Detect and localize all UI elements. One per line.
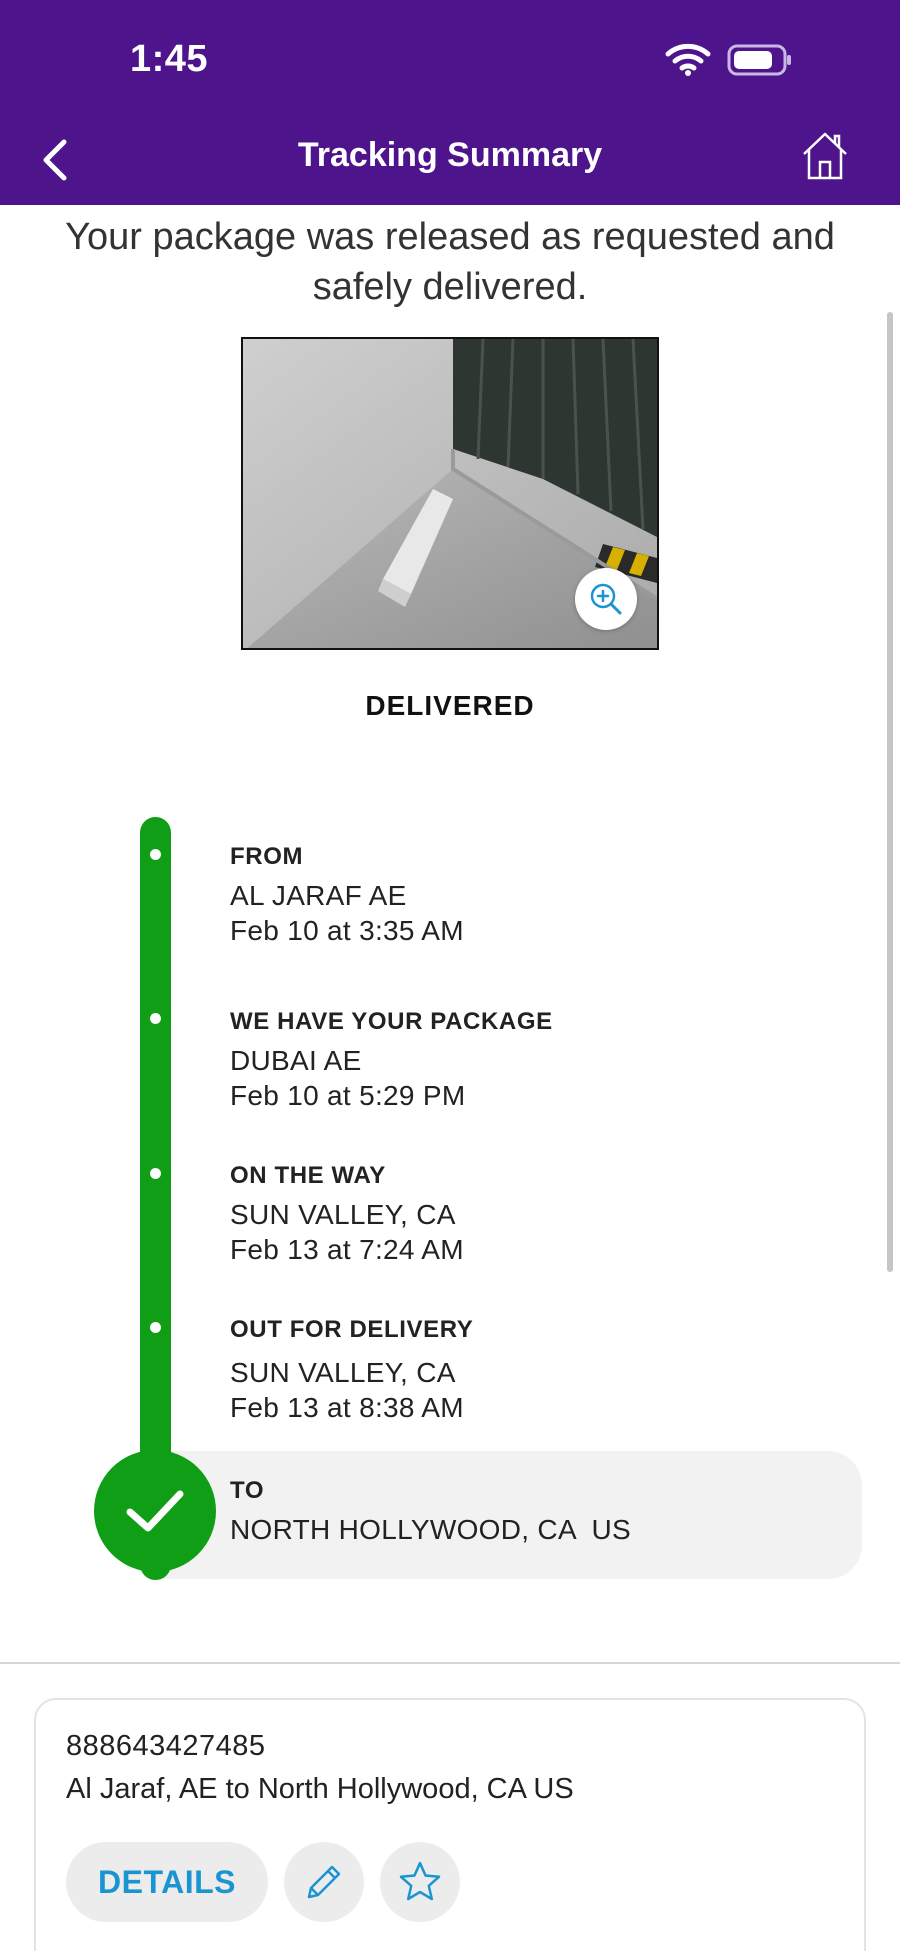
page-title: Tracking Summary bbox=[297, 136, 603, 174]
event-title: TO bbox=[230, 1477, 265, 1504]
home-icon bbox=[803, 132, 847, 180]
delivery-message: Your package was released as requested a… bbox=[65, 216, 835, 308]
event-location: DUBAI AE bbox=[230, 1045, 362, 1076]
timeline-dot bbox=[150, 849, 161, 860]
event-location: AL JARAF AE bbox=[230, 880, 407, 911]
event-location: SUN VALLEY, CA bbox=[230, 1357, 456, 1388]
scrollbar[interactable] bbox=[887, 312, 893, 1272]
timeline-dot bbox=[150, 1322, 161, 1333]
event-title: FROM bbox=[230, 843, 304, 870]
star-icon bbox=[399, 1861, 441, 1901]
event-time: Feb 10 at 5:29 PM bbox=[230, 1080, 466, 1111]
event-title: OUT FOR DELIVERY bbox=[230, 1316, 474, 1343]
timeline-dot bbox=[150, 1013, 161, 1024]
timeline-event-from: FROM AL JARAF AE Feb 10 at 3:35 AM bbox=[230, 842, 464, 948]
timeline-event-picked-up: WE HAVE YOUR PACKAGE DUBAI AE Feb 10 at … bbox=[230, 1007, 553, 1113]
event-location: NORTH HOLLYWOOD, CA US bbox=[230, 1514, 632, 1545]
check-icon bbox=[126, 1490, 184, 1532]
timeline-event-destination: TO NORTH HOLLYWOOD, CA US bbox=[230, 1476, 631, 1547]
event-time: Feb 13 at 8:38 AM bbox=[230, 1392, 464, 1423]
status-bar-time: 1:45 bbox=[130, 38, 209, 80]
edit-button[interactable] bbox=[284, 1842, 364, 1922]
zoom-button[interactable] bbox=[575, 568, 637, 630]
event-location: SUN VALLEY, CA bbox=[230, 1199, 456, 1230]
app-header: 1:45 Tracking Summary bbox=[0, 0, 900, 205]
event-time: Feb 10 at 3:35 AM bbox=[230, 915, 464, 946]
tracking-number: 888643427485 bbox=[66, 1730, 266, 1762]
timeline-dot bbox=[150, 1168, 161, 1179]
timeline-event-out-for-delivery: OUT FOR DELIVERY SUN VALLEY, CA Feb 13 a… bbox=[230, 1315, 473, 1425]
event-title: WE HAVE YOUR PACKAGE bbox=[230, 1008, 553, 1035]
zoom-in-icon bbox=[590, 583, 622, 615]
divider bbox=[0, 1662, 900, 1664]
battery-icon bbox=[727, 44, 791, 76]
wifi-icon bbox=[665, 43, 711, 76]
details-button[interactable]: DETAILS bbox=[66, 1842, 268, 1922]
pencil-icon bbox=[307, 1865, 341, 1899]
favorite-button[interactable] bbox=[380, 1842, 460, 1922]
delivered-check bbox=[94, 1450, 216, 1572]
timeline-event-on-the-way: ON THE WAY SUN VALLEY, CA Feb 13 at 7:24… bbox=[230, 1161, 464, 1267]
event-title: ON THE WAY bbox=[230, 1162, 386, 1189]
shipment-route: Al Jaraf, AE to North Hollywood, CA US bbox=[66, 1773, 574, 1805]
event-time: Feb 13 at 7:24 AM bbox=[230, 1234, 464, 1265]
delivery-status: DELIVERED bbox=[365, 690, 535, 721]
home-button[interactable] bbox=[800, 130, 850, 182]
